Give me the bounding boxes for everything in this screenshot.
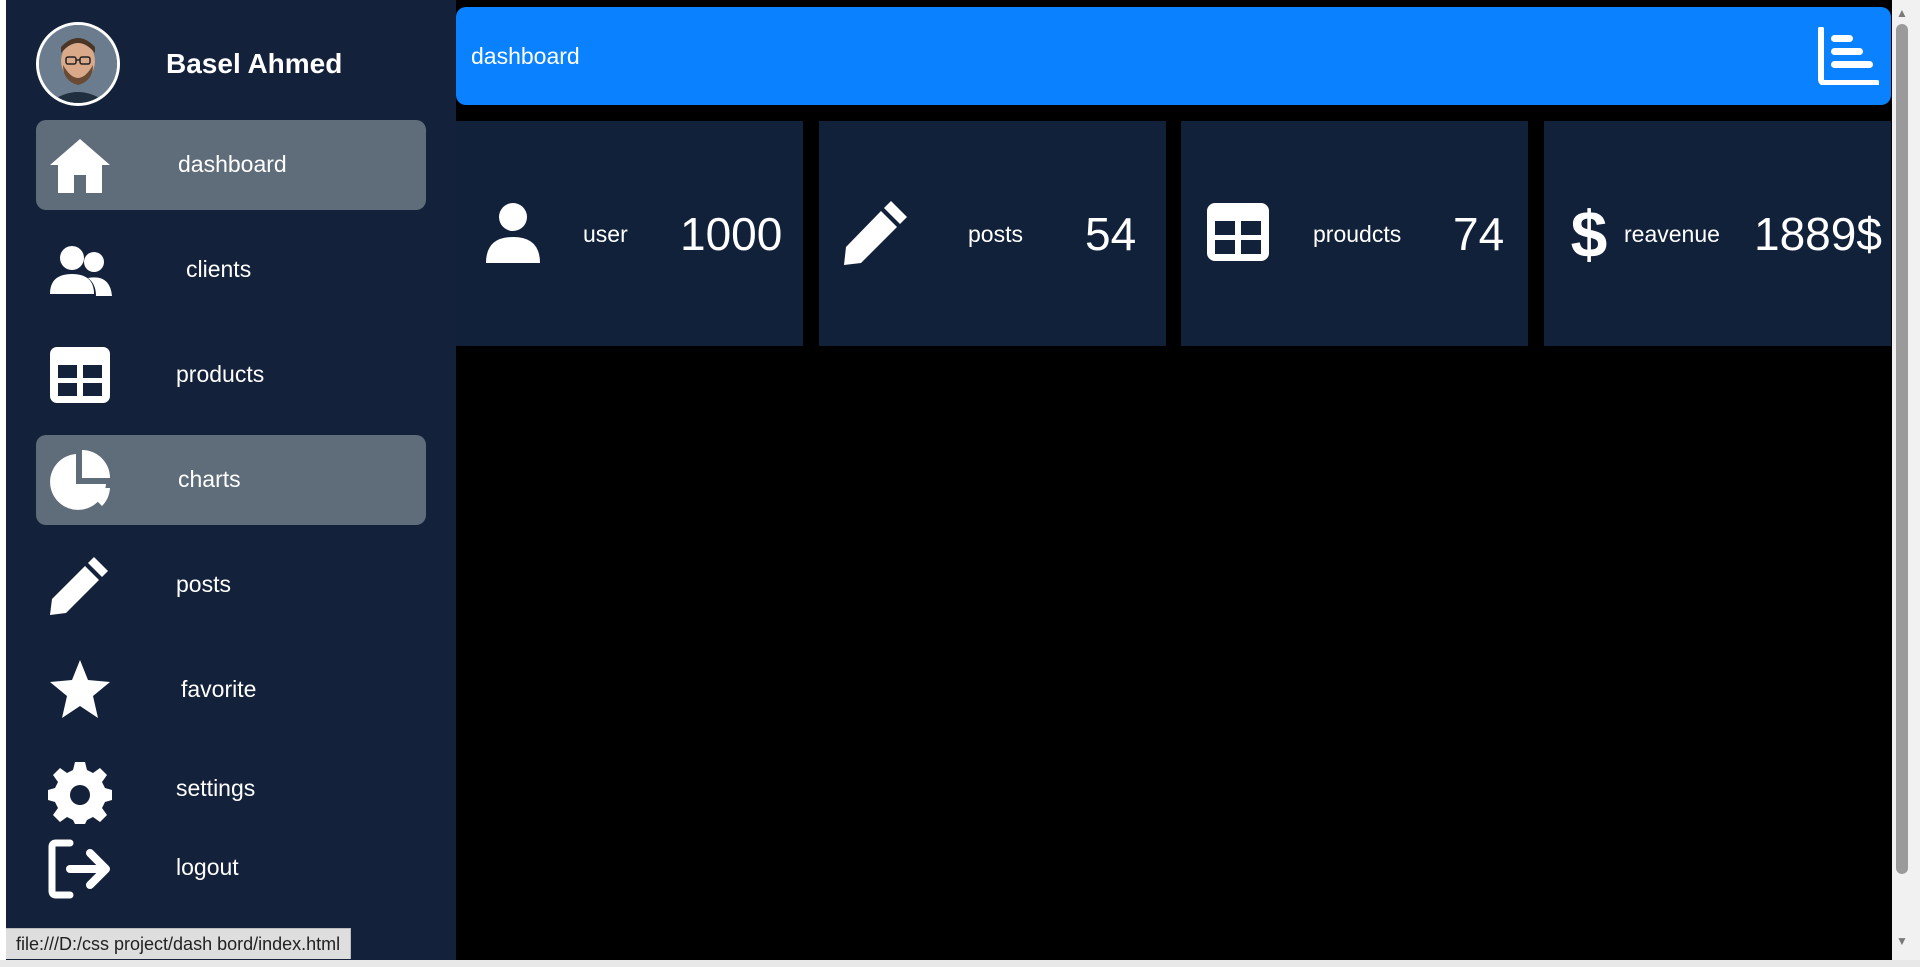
home-icon <box>50 139 110 193</box>
window-bottom-edge <box>0 960 1920 967</box>
user-icon <box>486 203 540 263</box>
profile: Basel Ahmed <box>36 22 342 106</box>
stat-label: proudcts <box>1313 221 1402 247</box>
status-bar-url: file:///D:/css project/dash bord/index.h… <box>6 928 352 959</box>
stat-card-products: proudcts 74 <box>1181 121 1528 346</box>
sidebar-item-dashboard[interactable]: dashboard <box>36 120 426 210</box>
stats-cards: user 1000 posts 54 proudcts 74 $ reavenu… <box>456 121 1892 346</box>
stat-label: reavenue <box>1624 221 1720 247</box>
sidebar-item-label: logout <box>176 854 239 880</box>
page-title: dashboard <box>471 43 580 69</box>
sidebar: Basel Ahmed dashboard clients products c… <box>6 0 456 960</box>
scroll-down-icon[interactable]: ▼ <box>1895 934 1909 948</box>
sidebar-item-label: products <box>176 361 265 387</box>
star-icon <box>50 660 110 718</box>
stat-label: user <box>583 221 628 247</box>
stat-card-user: user 1000 <box>456 121 803 346</box>
scroll-up-icon[interactable]: ▲ <box>1895 6 1909 20</box>
pie-chart-icon <box>50 450 110 510</box>
sidebar-item-favorite[interactable]: favorite <box>36 645 426 735</box>
sidebar-item-label: dashboard <box>178 151 287 177</box>
stat-value: 54 <box>1085 208 1137 260</box>
sidebar-item-products[interactable]: products <box>36 330 426 420</box>
sidebar-nav: dashboard clients products charts posts … <box>36 120 426 920</box>
avatar[interactable] <box>36 22 120 106</box>
sidebar-item-label: posts <box>176 571 231 597</box>
sidebar-item-label: favorite <box>181 676 257 702</box>
svg-text:$: $ <box>1571 197 1608 267</box>
stat-value: 1000 <box>680 208 783 260</box>
main-content: dashboard user 1000 posts 54 proudcts 74… <box>456 0 1892 960</box>
scrollbar-thumb[interactable] <box>1896 24 1908 874</box>
logout-icon <box>48 839 110 899</box>
users-icon <box>50 246 112 296</box>
stat-label: posts <box>968 221 1023 247</box>
stat-card-revenue: $ reavenue 1889$ <box>1544 121 1891 346</box>
table-icon <box>1207 203 1269 261</box>
stat-value: 74 <box>1453 208 1505 260</box>
stat-card-posts: posts 54 <box>819 121 1166 346</box>
vertical-scrollbar[interactable]: ▲ ▼ <box>1892 0 1920 960</box>
bar-chart-icon[interactable] <box>1817 27 1879 85</box>
sidebar-item-clients[interactable]: clients <box>36 225 426 315</box>
header-bar: dashboard <box>456 7 1891 105</box>
pencil-icon <box>50 557 108 615</box>
sidebar-item-settings[interactable]: settings <box>36 750 426 824</box>
table-icon <box>50 347 110 403</box>
gear-icon <box>48 762 112 824</box>
stat-value: 1889$ <box>1754 208 1882 260</box>
profile-name: Basel Ahmed <box>166 48 343 79</box>
avatar-photo-icon <box>39 25 117 103</box>
sidebar-item-label: clients <box>186 256 252 282</box>
sidebar-item-logout[interactable]: logout <box>36 835 426 905</box>
sidebar-item-label: settings <box>176 775 256 801</box>
pencil-icon <box>844 201 907 265</box>
sidebar-item-posts[interactable]: posts <box>36 540 426 630</box>
sidebar-item-label: charts <box>178 466 241 492</box>
sidebar-item-charts[interactable]: charts <box>36 435 426 525</box>
dollar-icon: $ <box>1571 197 1608 267</box>
